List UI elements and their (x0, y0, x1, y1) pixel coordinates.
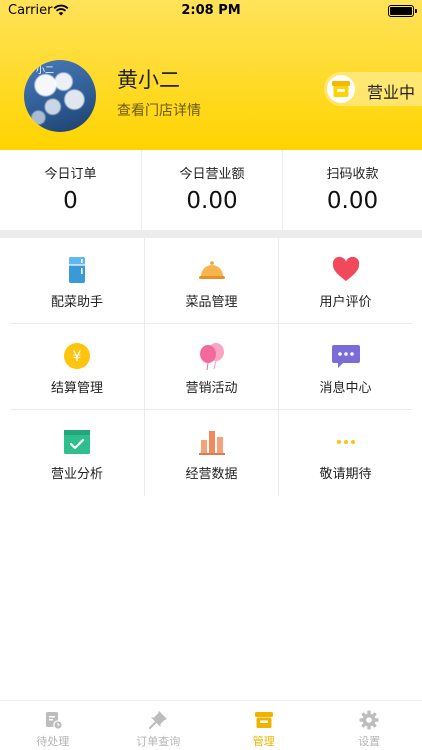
menu-item-label: 营业分析 (50, 467, 103, 482)
business-status-label: 营业中 (367, 83, 416, 102)
food-cloche-icon (198, 261, 225, 279)
management-grid: 配菜助手 菜品管理 用户评价 ¥ 结算管理 营销活动 消息中心 营业分析 经营数… (10, 238, 412, 496)
stat-label: 今日营业额 (179, 167, 245, 182)
profile-header: Carrier 2:08 PM 小二 黄小二 查看门店详情 营业中 (0, 0, 422, 150)
tab-label: 待处理 (36, 735, 70, 748)
bottom-tab-bar: 待处理 订单查询 管理 设置 (0, 700, 422, 750)
stat-value: 0 (63, 188, 78, 214)
tab-label: 订单查询 (136, 735, 181, 748)
menu-item-label: 结算管理 (50, 381, 103, 396)
svg-text:¥: ¥ (73, 349, 82, 365)
stat-label: 今日订单 (44, 167, 97, 182)
status-bar: Carrier 2:08 PM (0, 0, 422, 22)
menu-item-label: 经营数据 (185, 467, 238, 482)
tab-order-query[interactable]: 订单查询 (106, 701, 212, 750)
menu-item-settlement[interactable]: ¥ 结算管理 (10, 324, 144, 410)
stat-value: 0.00 (186, 188, 238, 214)
menu-item-dish-management[interactable]: 菜品管理 (144, 238, 278, 324)
tab-management[interactable]: 管理 (211, 701, 317, 750)
stat-today-orders[interactable]: 今日订单 0 (0, 150, 141, 230)
store-detail-link[interactable]: 查看门店详情 (117, 100, 201, 120)
stat-today-revenue[interactable]: 今日营业额 0.00 (141, 150, 282, 230)
bar-chart-icon (198, 431, 225, 455)
battery-icon (388, 5, 417, 17)
menu-item-label: 敬请期待 (319, 467, 372, 482)
tab-pending[interactable]: 待处理 (0, 701, 106, 750)
menu-item-marketing[interactable]: 营销活动 (144, 324, 278, 410)
menu-item-label: 菜品管理 (185, 295, 238, 310)
heart-icon (332, 256, 359, 281)
more-dots-icon (336, 440, 355, 444)
business-status-toggle[interactable]: 营业中 (324, 72, 422, 106)
store-icon (327, 75, 355, 103)
avatar-tag: 小二 (36, 66, 55, 76)
menu-item-label: 用户评价 (319, 295, 372, 310)
gear-icon (359, 710, 379, 730)
tab-settings[interactable]: 设置 (317, 701, 422, 750)
tab-label: 设置 (358, 735, 381, 748)
tab-label: 管理 (252, 735, 275, 748)
menu-item-label: 配菜助手 (50, 295, 103, 310)
stat-scan-payments[interactable]: 扫码收款 0.00 (282, 150, 422, 230)
avatar[interactable]: 小二 (24, 60, 96, 132)
menu-item-business-analysis[interactable]: 营业分析 (10, 410, 144, 496)
store-name: 黄小二 (117, 68, 180, 92)
fridge-icon (69, 257, 85, 283)
menu-item-side-dish-assistant[interactable]: 配菜助手 (10, 238, 144, 324)
pin-icon (149, 711, 168, 729)
menu-item-messages[interactable]: 消息中心 (278, 324, 412, 410)
today-stats: 今日订单 0 今日营业额 0.00 扫码收款 0.00 (0, 150, 422, 230)
balloons-icon (199, 343, 224, 371)
analysis-chart-icon (64, 430, 90, 454)
shop-manage-icon (254, 712, 273, 728)
menu-item-user-reviews[interactable]: 用户评价 (278, 238, 412, 324)
yuan-coin-icon: ¥ (64, 343, 90, 369)
menu-item-label: 消息中心 (319, 381, 372, 396)
stat-value: 0.00 (326, 188, 379, 214)
menu-item-operating-data[interactable]: 经营数据 (144, 410, 278, 496)
message-bubble-icon (331, 345, 360, 368)
stat-label: 扫码收款 (326, 167, 379, 182)
pending-doc-icon (45, 712, 63, 730)
clock-time: 2:08 PM (181, 3, 241, 18)
section-divider (0, 230, 422, 238)
menu-item-coming-soon[interactable]: 敬请期待 (278, 410, 412, 496)
menu-item-label: 营销活动 (185, 381, 238, 396)
